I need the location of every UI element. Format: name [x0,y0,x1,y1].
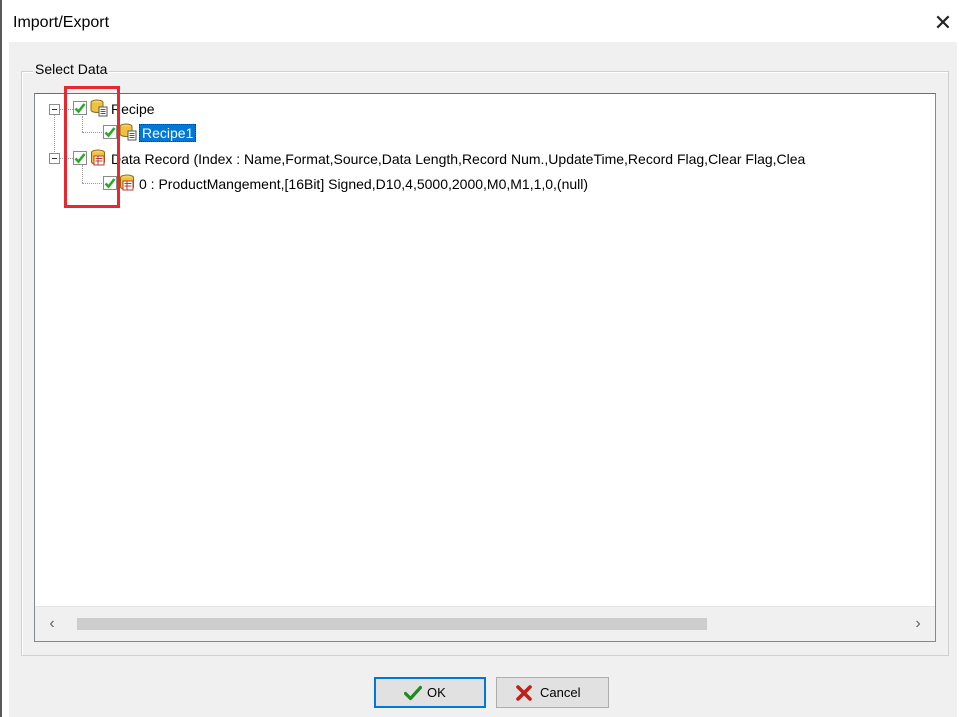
scroll-left-icon[interactable]: ‹ [35,607,69,641]
window-title: Import/Export [13,14,110,31]
data-record-icon [120,174,134,191]
data-tree: Recipe Recipe1 Data Record (Index: Name… [34,93,936,642]
tree-node-data-record[interactable]: Data Record (Index : Name,Format,Source,… [111,150,805,168]
recipe-database-icon [119,123,137,141]
checkbox-highlight-annotation [64,86,120,208]
cancel-button-label: Cancel [540,685,581,700]
ok-button[interactable]: OK [374,677,486,708]
horizontal-scrollbar[interactable]: ‹ › [35,606,935,641]
data-record-collapse-toggle[interactable] [49,153,60,164]
tree-node-product-management[interactable]: 0 : ProductMangement,[16Bit] Signed,D10,… [139,175,588,193]
window-left-edge [0,0,2,717]
scroll-right-icon[interactable]: › [901,607,935,641]
tree-node-recipe1[interactable]: Recipe1 [139,124,197,142]
red-x-icon [516,685,532,701]
select-data-label: Select Data [33,61,110,77]
ok-button-label: OK [427,685,446,700]
tree-line [54,114,55,158]
cancel-button[interactable]: Cancel [496,677,609,708]
checkmark-icon [404,685,422,701]
tree-content: Recipe Recipe1 Data Record (Index: Name… [35,94,935,606]
recipe-collapse-toggle[interactable] [49,104,60,115]
scrollbar-thumb[interactable] [77,618,707,630]
close-button[interactable]: ✕ [932,12,954,34]
